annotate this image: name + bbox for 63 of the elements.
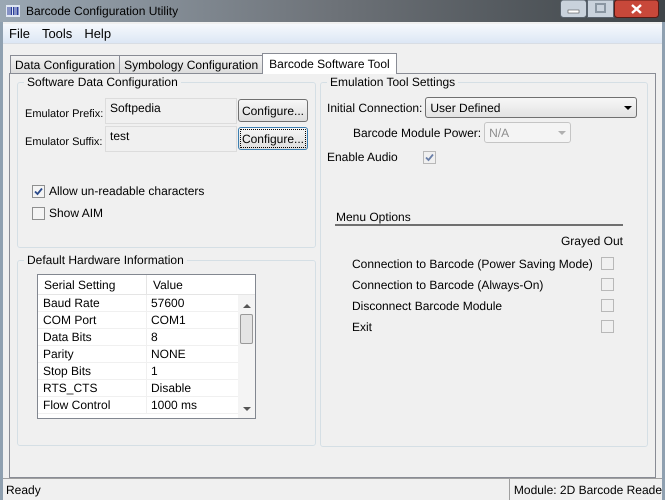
table-cell-text: 57600	[150, 295, 186, 311]
checkbox[interactable]	[601, 320, 614, 333]
group-title: Software Data Configuration	[24, 75, 181, 89]
table-cell-text: Disable	[150, 380, 192, 396]
checkbox[interactable]	[32, 206, 45, 220]
column-header[interactable]: Value	[147, 275, 255, 294]
group-title: Emulation Tool Settings	[327, 75, 458, 89]
table-cell: Stop Bits	[38, 363, 147, 379]
menu-item[interactable]: Tools	[36, 24, 78, 44]
tab[interactable]: Symbology Configuration	[119, 55, 264, 73]
table-cell: Flow Control	[38, 397, 147, 413]
field-label: Emulator Suffix:	[25, 135, 104, 150]
table-cell: COM Port	[38, 312, 147, 328]
checkbox[interactable]	[423, 150, 436, 164]
window-title: Barcode Configuration Utility	[26, 3, 180, 20]
scrollbar[interactable]	[238, 295, 255, 418]
option-label: Disconnect Barcode Module	[352, 298, 502, 314]
option-label: Connection to Barcode (Power Saving Mode)	[352, 256, 593, 272]
field-label: Initial Connection:	[327, 100, 422, 116]
barcode-icon	[6, 5, 20, 17]
table-cell-text: COM1	[150, 312, 187, 328]
option-label: Connection to Barcode (Always-On)	[352, 276, 544, 294]
table-cell: RTS_CTS	[38, 380, 147, 396]
scroll-up-icon	[242, 303, 251, 308]
field-label: Emulator Prefix:	[25, 107, 104, 122]
tab[interactable]: Data Configuration	[10, 55, 120, 73]
text-field[interactable]: test	[105, 126, 237, 152]
checkbox-label: Show AIM	[49, 205, 104, 222]
checkbox[interactable]	[601, 299, 614, 312]
checkbox[interactable]	[601, 257, 614, 270]
checkbox[interactable]	[601, 278, 614, 291]
column-label: Grayed Out	[560, 233, 623, 250]
maximize-icon	[587, 0, 614, 18]
status-text: Module: 2D Barcode Reade	[508, 479, 662, 500]
checkbox[interactable]	[32, 184, 45, 198]
caret-icon	[624, 106, 632, 110]
scroll-thumb[interactable]	[240, 314, 254, 344]
field-label: Barcode Module Power:	[353, 124, 482, 142]
scroll-down-icon	[242, 407, 251, 412]
column-header[interactable]: Serial Setting	[38, 275, 147, 294]
configure-button[interactable]: Configure...	[238, 127, 308, 150]
table-cell: Data Bits	[38, 329, 147, 345]
table-cell-text: 8	[150, 329, 159, 345]
tab[interactable]: Barcode Software Tool	[262, 53, 397, 74]
group-title: Default Hardware Information	[24, 253, 187, 267]
table-cell: Baud Rate	[38, 295, 147, 311]
table-cell-text: NONE	[150, 346, 187, 362]
table-cell: Parity	[38, 346, 147, 362]
dropdown[interactable]: User Defined	[425, 97, 638, 118]
close-icon	[614, 0, 659, 18]
table-cell-text: 1000 ms	[150, 397, 198, 413]
configure-button[interactable]: Configure...	[238, 99, 308, 122]
table-cell-text: 1	[150, 363, 159, 379]
menu-item[interactable]: File	[3, 24, 36, 44]
checkbox-label: Allow un-readable characters	[49, 183, 204, 200]
section-title: Menu Options	[335, 210, 623, 226]
minimize-icon	[560, 0, 587, 18]
status-text: Ready	[5, 482, 42, 498]
menu-item[interactable]: Help	[78, 24, 118, 44]
text-field[interactable]: Softpedia	[105, 98, 237, 124]
option-label: Exit	[352, 318, 372, 336]
caret-icon	[558, 130, 566, 134]
checkbox-label: Enable Audio	[327, 149, 399, 166]
